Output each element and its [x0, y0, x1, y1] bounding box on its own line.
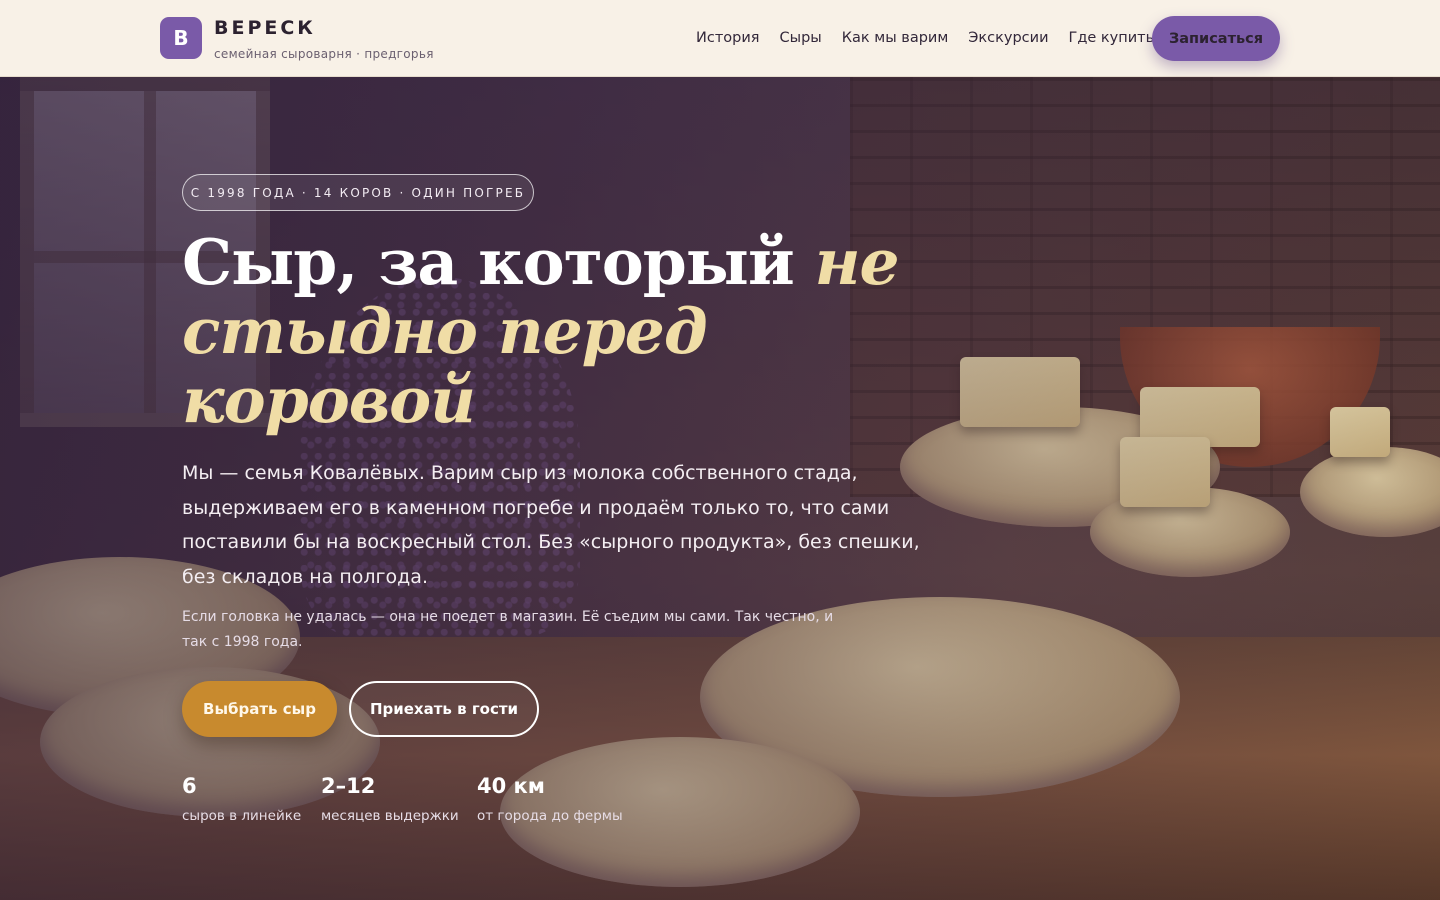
logo-mark[interactable]: В	[160, 17, 202, 59]
stat-value: 2–12	[321, 774, 376, 798]
main-nav: История Сыры Как мы варим Экскурсии Где …	[696, 28, 1154, 48]
visit-button[interactable]: Приехать в гости	[349, 681, 539, 737]
stat-value: 40 км	[477, 774, 545, 798]
hero-lead-paragraph: Мы — семья Ковалёвых. Варим сыр из молок…	[182, 462, 920, 588]
nav-item-how-we-make[interactable]: Как мы варим	[842, 30, 949, 46]
nav-item-history[interactable]: История	[696, 30, 760, 46]
nav-item-tours[interactable]: Экскурсии	[968, 30, 1048, 46]
stat-value: 6	[182, 774, 197, 798]
stat-label: сыров в линейке	[182, 808, 302, 824]
stat-distance: 40 км от города до фермы	[477, 772, 623, 824]
headline-accent-1: не	[814, 225, 900, 299]
stat-label: месяцев выдержки	[321, 808, 459, 824]
nav-item-cheeses[interactable]: Сыры	[780, 30, 822, 46]
hero-badge: С 1998 ГОДА · 14 КОРОВ · ОДИН ПОГРЕБ	[182, 174, 534, 211]
stat-cheeses: 6 сыров в линейке	[182, 772, 301, 824]
site-header: В ВЕРЕСК семейная сыроварня · предгорья …	[0, 0, 1440, 77]
hero-headline: Сыр, за который не стыдно перед коровой	[182, 228, 942, 435]
stat-label: от города до фермы	[477, 808, 623, 824]
headline-plain: Сыр, за который	[182, 225, 815, 299]
hero-note: Если головка не удалась — она не поедет …	[182, 609, 834, 650]
brand-tagline: семейная сыроварня · предгорья	[214, 47, 434, 61]
headline-accent-2: стыдно перед	[182, 294, 708, 368]
signup-button[interactable]: Записаться	[1152, 16, 1280, 61]
nav-item-where-to-buy[interactable]: Где купить	[1069, 30, 1155, 46]
stat-aging: 2–12 месяцев выдержки	[321, 772, 459, 824]
headline-accent-3: коровой	[182, 363, 476, 437]
brand-name[interactable]: ВЕРЕСК	[214, 17, 316, 39]
choose-cheese-button[interactable]: Выбрать сыр	[182, 681, 337, 737]
